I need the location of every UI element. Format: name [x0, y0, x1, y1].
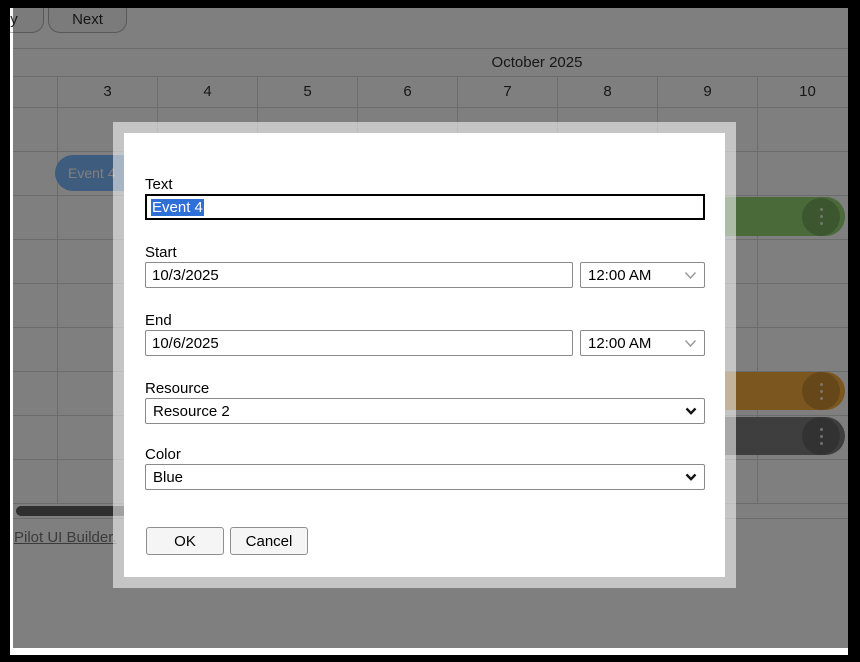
screen: y Next October 2025 345678910 Event 4 — [0, 0, 860, 662]
text-field-label: Text — [145, 176, 705, 194]
page: y Next October 2025 345678910 Event 4 — [10, 8, 848, 655]
chevron-down-icon — [684, 271, 697, 280]
chevron-down-icon — [685, 407, 697, 415]
selected-text: Event 4 — [151, 199, 204, 216]
chevron-down-icon — [684, 339, 697, 348]
end-field-label: End — [145, 312, 705, 330]
color-select[interactable]: Blue — [145, 464, 705, 490]
resource-select[interactable]: Resource 2 — [145, 398, 705, 424]
end-time-select[interactable]: 12:00 AM — [580, 330, 705, 356]
start-time-select[interactable]: 12:00 AM — [580, 262, 705, 288]
end-date-input[interactable]: 10/6/2025 — [145, 330, 573, 356]
ok-button[interactable]: OK — [146, 527, 224, 555]
resource-field-label: Resource — [145, 380, 705, 398]
dialog-button-row: OK Cancel — [145, 527, 705, 555]
color-value: Blue — [153, 469, 183, 486]
start-time-value: 12:00 AM — [588, 267, 651, 284]
end-time-value: 12:00 AM — [588, 335, 651, 352]
color-field-label: Color — [145, 446, 705, 464]
chevron-down-icon — [685, 473, 697, 481]
cancel-button[interactable]: Cancel — [230, 527, 308, 555]
event-edit-dialog: Text Event 4 Start 10/3/2025 12:00 AM En… — [113, 122, 736, 588]
resource-value: Resource 2 — [153, 403, 230, 420]
start-field-label: Start — [145, 244, 705, 262]
start-date-input[interactable]: 10/3/2025 — [145, 262, 573, 288]
dialog-body: Text Event 4 Start 10/3/2025 12:00 AM En… — [124, 133, 725, 555]
text-input[interactable]: Event 4 — [145, 194, 705, 220]
